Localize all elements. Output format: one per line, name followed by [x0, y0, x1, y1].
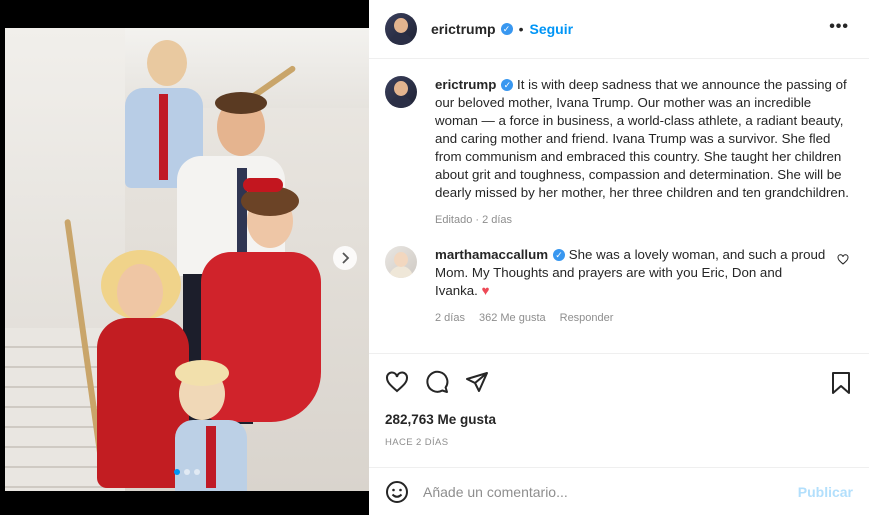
heart-icon[interactable]	[385, 370, 409, 394]
comment-item: marthamaccallum ✓ She was a lovely woman,…	[385, 246, 853, 324]
action-icons	[385, 368, 853, 396]
author-username[interactable]: erictrump	[431, 21, 496, 37]
comment-time: 2 días	[435, 312, 465, 324]
smiley-icon[interactable]	[385, 480, 409, 504]
post-photo	[5, 28, 369, 491]
comment-likes[interactable]: 362 Me gusta	[479, 312, 546, 324]
red-heart-emoji: ♥	[481, 283, 490, 298]
paper-plane-icon[interactable]	[465, 370, 489, 394]
comments-list[interactable]: erictrump ✓ It is with deep sadness that …	[369, 60, 869, 353]
photo-figure-toddler-hair	[175, 360, 229, 386]
caption-avatar[interactable]	[385, 76, 417, 108]
post-header: erictrump ✓ • Seguir •••	[369, 0, 869, 59]
caption: erictrump ✓ It is with deep sadness that …	[385, 76, 853, 226]
comment-input[interactable]	[423, 483, 798, 500]
bookmark-icon[interactable]	[829, 371, 853, 395]
dot-separator: •	[518, 21, 524, 37]
comment-meta: 2 días 362 Me gusta Responder	[435, 312, 827, 324]
caption-meta: Editado · 2 días	[435, 214, 853, 226]
add-comment-bar: Publicar	[369, 467, 869, 515]
verified-badge-icon: ✓	[553, 249, 566, 262]
comment-text-block: marthamaccallum ✓ She was a lovely woman,…	[435, 246, 827, 300]
comment-username[interactable]: marthamaccallum	[435, 247, 548, 262]
follow-button[interactable]: Seguir	[529, 21, 573, 37]
post-side-panel: erictrump ✓ • Seguir ••• erictrump ✓ It i…	[369, 0, 869, 515]
verified-badge-icon: ✓	[500, 23, 513, 35]
verified-badge-icon: ✓	[501, 79, 514, 92]
post-actions: 282,763 Me gusta HACE 2 DÍAS	[369, 353, 869, 448]
publish-button[interactable]: Publicar	[798, 484, 853, 500]
post-timestamp: HACE 2 DÍAS	[385, 437, 449, 448]
instagram-post-modal: erictrump ✓ • Seguir ••• erictrump ✓ It i…	[0, 0, 869, 515]
caption-edited-time: Editado · 2 días	[435, 214, 513, 226]
post-media	[0, 0, 369, 515]
caption-text-block: erictrump ✓ It is with deep sadness that …	[435, 76, 853, 202]
author-avatar[interactable]	[385, 13, 417, 45]
carousel-dot	[194, 469, 200, 475]
carousel-dots	[174, 469, 200, 475]
likes-count[interactable]: 282,763 Me gusta	[385, 412, 853, 427]
chevron-right-icon[interactable]	[333, 246, 357, 270]
comment-like-heart-icon[interactable]	[837, 254, 849, 268]
photo-figure-girl-bow	[243, 178, 283, 192]
caption-text: It is with deep sadness that we announce…	[435, 77, 849, 200]
carousel-dot	[184, 469, 190, 475]
caption-username[interactable]: erictrump	[435, 77, 496, 92]
comment-reply-button[interactable]: Responder	[560, 312, 614, 324]
photo-figure-man-hair	[215, 92, 267, 114]
more-options-icon[interactable]: •••	[829, 18, 849, 36]
commenter-avatar[interactable]	[385, 246, 417, 278]
photo-figure-boy-tie	[159, 94, 168, 180]
photo-figure-toddler-tie	[206, 426, 216, 488]
comment-icon[interactable]	[425, 370, 449, 394]
photo-figure-woman-head	[117, 264, 163, 320]
carousel-dot	[174, 469, 180, 475]
photo-figure-boy-head	[147, 40, 187, 86]
